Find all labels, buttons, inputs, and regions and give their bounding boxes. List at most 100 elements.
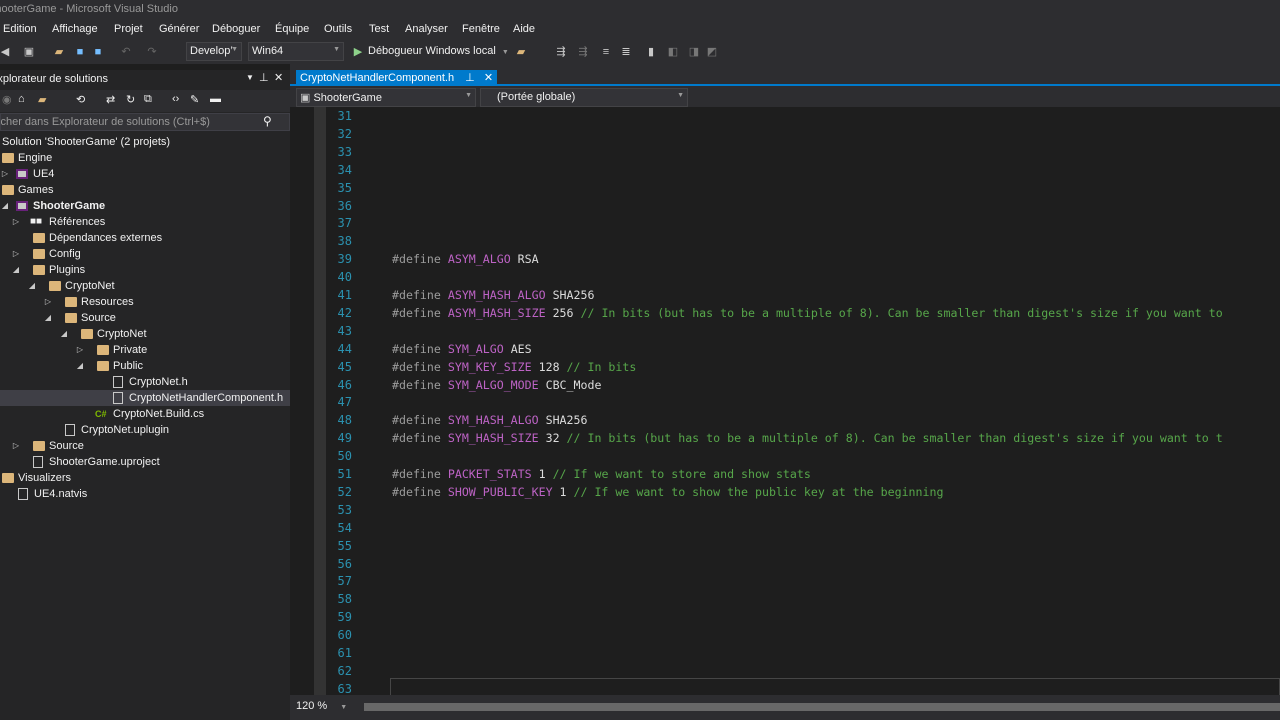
collapse-icon[interactable]: ◢: [11, 262, 21, 278]
platform-select[interactable]: Win64 ▼: [248, 42, 344, 61]
menu-test[interactable]: Test: [369, 23, 389, 35]
undo-icon[interactable]: ↶: [120, 44, 132, 60]
expand-icon[interactable]: ▷: [11, 438, 21, 454]
menu-fenetre[interactable]: Fenêtre: [462, 23, 500, 35]
bookmark-icon[interactable]: ▮: [645, 44, 657, 60]
expand-icon[interactable]: ▷: [43, 294, 53, 310]
solution-search-input[interactable]: Rechercher dans Explorateur de solutions…: [0, 113, 290, 131]
expand-icon[interactable]: ▷: [75, 342, 85, 358]
expand-icon[interactable]: ▷: [0, 166, 10, 182]
debugger-button[interactable]: Débogueur Windows local ▼: [368, 45, 509, 57]
project-icon: ▣: [300, 92, 314, 104]
prev-bookmark-icon[interactable]: ◧: [667, 44, 679, 60]
clear-bookmark-icon[interactable]: ◩: [706, 44, 718, 60]
start-debug-icon[interactable]: ▶: [352, 44, 364, 60]
tree-item-config[interactable]: ▷ Config: [0, 246, 290, 262]
step-over-icon[interactable]: ⇶: [577, 44, 589, 60]
align-left-icon[interactable]: ≡: [600, 44, 612, 60]
tree-item-public[interactable]: ◢ Public: [0, 358, 290, 374]
menu-deboguer[interactable]: Déboguer: [212, 23, 260, 35]
tree-item-cryptonet-module[interactable]: ◢ CryptoNet: [0, 326, 290, 342]
scope-select[interactable]: (Portée globale) ▼: [480, 88, 688, 107]
save-all-icon[interactable]: ■: [92, 44, 104, 60]
next-bookmark-icon[interactable]: ◨: [688, 44, 700, 60]
tree-item-visualizers[interactable]: Visualizers: [0, 470, 290, 486]
tree-item-external-deps[interactable]: Dépendances externes: [0, 230, 290, 246]
macro-name: ASYM_HASH_SIZE: [447, 305, 546, 320]
tree-item-ue4[interactable]: ▷ UE4: [0, 166, 290, 182]
zoom-select[interactable]: 120 % ▼: [296, 700, 347, 712]
preview-icon[interactable]: ▬: [210, 93, 221, 105]
project-select[interactable]: ▣ ShooterGame ▼: [296, 88, 476, 107]
collapse-icon[interactable]: ◢: [75, 358, 85, 374]
step-icon[interactable]: ⇶: [555, 44, 567, 60]
save-icon[interactable]: ■: [74, 44, 86, 60]
expand-icon[interactable]: ▷: [11, 246, 21, 262]
tree-item-source[interactable]: ◢ Source: [0, 310, 290, 326]
pending-changes-icon[interactable]: ⟲: [76, 93, 85, 106]
expand-icon[interactable]: ▷: [11, 214, 21, 230]
menu-projet[interactable]: Projet: [114, 23, 143, 35]
tree-item-cryptonet-h[interactable]: CryptoNet.h: [0, 374, 290, 390]
refresh-icon[interactable]: ↻: [126, 93, 135, 106]
collapse-icon[interactable]: ◢: [43, 310, 53, 326]
menu-edition[interactable]: Edition: [3, 23, 37, 35]
tab-cryptonet-handler-component[interactable]: CryptoNetHandlerComponent.h ⊥ ✕: [296, 70, 498, 86]
tree-item-handler-component-h[interactable]: CryptoNetHandlerComponent.h: [0, 390, 290, 406]
collapse-icon[interactable]: ◢: [27, 278, 37, 294]
tree-item-solution[interactable]: Solution 'ShooterGame' (2 projets): [0, 134, 290, 150]
tree-item-private[interactable]: ▷ Private: [0, 342, 290, 358]
menu-outils[interactable]: Outils: [324, 23, 352, 35]
macro-name: SYM_KEY_SIZE: [447, 359, 532, 374]
tree-item-references[interactable]: ▷ ■■ Références: [0, 214, 290, 230]
pin-icon[interactable]: ⊥: [465, 72, 475, 84]
code-line: #define SYM_KEY_SIZE 128 // In bits: [392, 359, 643, 377]
search-icon[interactable]: ⚲: [263, 114, 272, 128]
collapse-icon[interactable]: ◢: [59, 326, 69, 342]
show-code-icon[interactable]: ‹›: [172, 93, 179, 105]
menu-equipe[interactable]: Équipe: [275, 23, 309, 35]
menu-generer[interactable]: Générer: [159, 23, 199, 35]
dropdown-icon[interactable]: ▼: [246, 73, 254, 82]
back-icon[interactable]: ◉: [2, 93, 12, 106]
tree-item-build-cs[interactable]: C# CryptoNet.Build.cs: [0, 406, 290, 422]
properties-icon[interactable]: ✎: [190, 93, 199, 106]
close-icon[interactable]: ✕: [484, 72, 493, 84]
menu-aide[interactable]: Aide: [513, 23, 535, 35]
horizontal-scrollbar[interactable]: [364, 703, 1280, 711]
tree-item-uproject[interactable]: ShooterGame.uproject: [0, 454, 290, 470]
tree-item-shootergame[interactable]: ◢ ShooterGame: [0, 198, 290, 214]
redo-icon[interactable]: ↷: [146, 44, 158, 60]
menu-affichage[interactable]: Affichage: [52, 23, 98, 35]
open-file-icon[interactable]: ▰: [52, 44, 66, 60]
tree-item-resources[interactable]: ▷ Resources: [0, 294, 290, 310]
back-icon[interactable]: ◀: [0, 44, 10, 60]
new-project-icon[interactable]: ▣: [23, 44, 35, 60]
header-file-icon: [113, 392, 123, 404]
tree-item-plugins[interactable]: ◢ Plugins: [0, 262, 290, 278]
document-tab-bar: CryptoNetHandlerComponent.h ⊥ ✕: [290, 64, 1280, 86]
code-editor[interactable]: 31 32 33 34 35 36 37 38 39 40 41 42 43 44 45 46 47 48 49 50…: [290, 107, 1280, 696]
pin-icon[interactable]: ⊥: [259, 71, 269, 84]
collapse-all-icon[interactable]: ⧉: [144, 93, 152, 106]
tree-item-engine[interactable]: Engine: [0, 150, 290, 166]
scrollbar-thumb[interactable]: [364, 703, 1280, 711]
line-number: 52: [337, 484, 352, 499]
code-line: #define ASYM_HASH_SIZE 256 // In bits (b…: [392, 305, 1230, 323]
configuration-select[interactable]: Develop’ ▼: [186, 42, 242, 61]
tree-item-games[interactable]: Games: [0, 182, 290, 198]
indent-icon[interactable]: ≣: [620, 44, 632, 60]
switch-views-icon[interactable]: ▰: [38, 93, 46, 106]
menu-analyser[interactable]: Analyser: [405, 23, 448, 35]
sync-icon[interactable]: ⇄: [106, 93, 115, 106]
tree-item-uplugin[interactable]: CryptoNet.uplugin: [0, 422, 290, 438]
home-icon[interactable]: ⌂: [18, 93, 25, 105]
line-number: 45: [337, 359, 352, 374]
tree-item-cryptonet[interactable]: ◢ CryptoNet: [0, 278, 290, 294]
collapse-icon[interactable]: ◢: [0, 198, 10, 214]
tree-item-natvis[interactable]: UE4.natvis: [0, 486, 290, 502]
tree-item-source-game[interactable]: ▷ Source: [0, 438, 290, 454]
macro-name: SYM_ALGO_MODE: [447, 377, 539, 392]
attach-icon[interactable]: ▰: [514, 44, 528, 60]
close-icon[interactable]: ✕: [274, 71, 283, 84]
